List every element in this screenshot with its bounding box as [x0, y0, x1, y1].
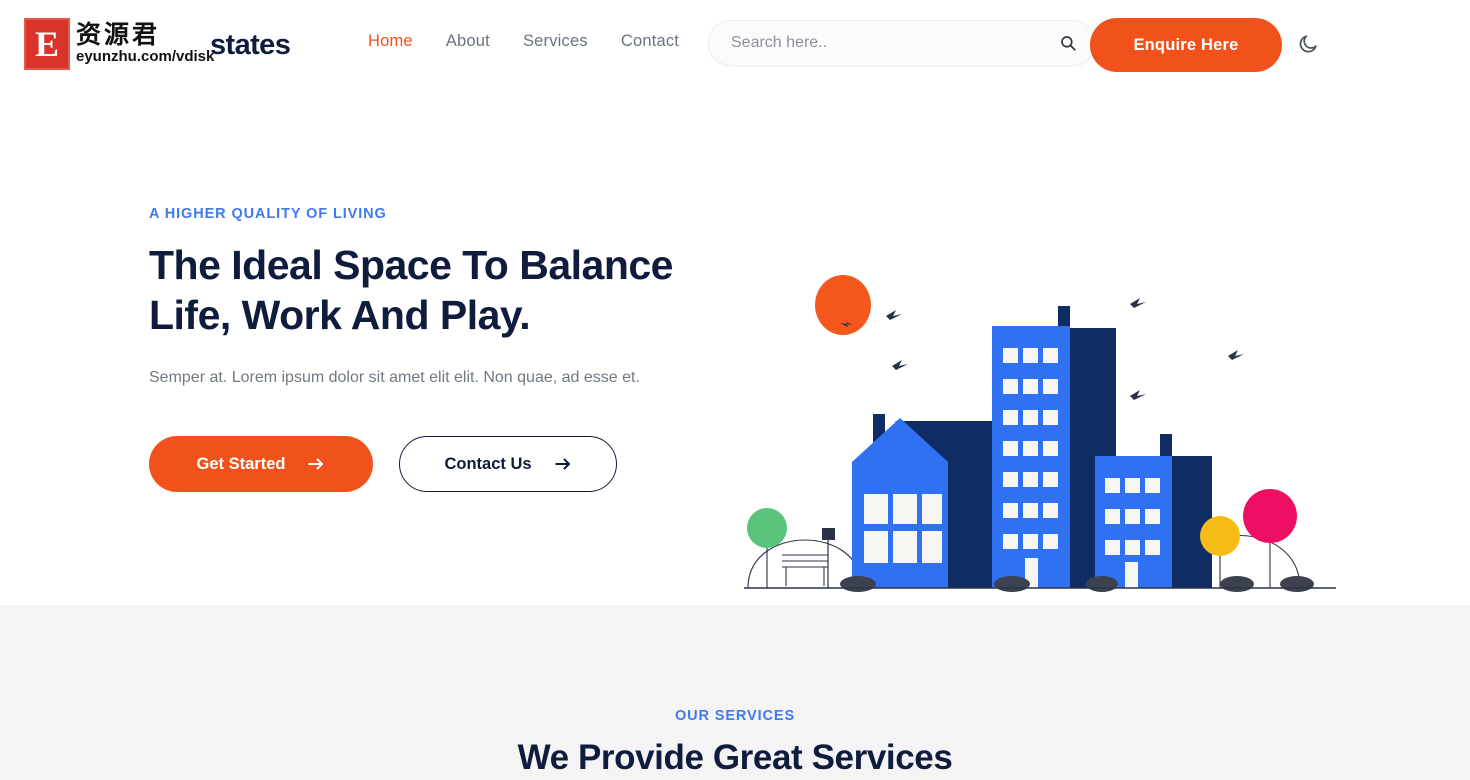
- sun-circle-icon: [815, 275, 871, 335]
- nav-item-about[interactable]: About: [446, 32, 490, 51]
- hero-copy: A HIGHER QUALITY OF LIVING The Ideal Spa…: [149, 206, 749, 493]
- get-started-button[interactable]: Get Started: [149, 436, 373, 493]
- nav-item-services[interactable]: Services: [523, 32, 588, 51]
- tree-green-icon: [747, 508, 787, 548]
- hero-cta-row: Get Started Contact Us: [149, 436, 749, 493]
- park-bench: [782, 554, 828, 586]
- services-title: We Provide Great Services: [517, 738, 953, 777]
- hero-title-line-1: The Ideal Space To Balance: [149, 242, 673, 288]
- watermark-url: eyunzhu.com/vdisk: [76, 48, 215, 66]
- services-section: OUR SERVICES We Provide Great Services: [0, 605, 1470, 780]
- search-icon[interactable]: [1059, 34, 1077, 52]
- contact-us-button[interactable]: Contact Us: [399, 436, 617, 493]
- tree-pink-icon: [1243, 489, 1297, 543]
- watermark-letter-icon: E: [24, 18, 70, 70]
- site-header: E 资源君 eyunzhu.com/vdisk states Home Abou…: [0, 0, 1470, 88]
- watermark-text: 资源君 eyunzhu.com/vdisk: [76, 18, 214, 70]
- site-logo-text[interactable]: states: [210, 29, 291, 62]
- enquire-button[interactable]: Enquire Here: [1090, 18, 1282, 72]
- contact-us-label: Contact Us: [444, 454, 532, 473]
- nav-item-home[interactable]: Home: [368, 32, 413, 51]
- hero-section: A HIGHER QUALITY OF LIVING The Ideal Spa…: [0, 88, 1470, 605]
- watermark-logo: E 资源君 eyunzhu.com/vdisk: [24, 18, 214, 70]
- search-input[interactable]: [731, 34, 1059, 52]
- hero-eyebrow: A HIGHER QUALITY OF LIVING: [149, 206, 387, 222]
- city-illustration: [744, 275, 1336, 592]
- nav-item-contact[interactable]: Contact: [621, 32, 679, 51]
- moon-icon: [1299, 35, 1317, 53]
- hero-title-line-2: Life, Work And Play.: [149, 292, 531, 339]
- main-navigation: Home About Services Contact: [368, 32, 679, 51]
- get-started-label: Get Started: [196, 454, 286, 473]
- search-bar[interactable]: [708, 20, 1096, 66]
- hero-title: The Ideal Space To Balance Life, Work An…: [149, 240, 749, 340]
- tree-yellow-icon: [1200, 516, 1240, 556]
- hero-subtitle: Semper at. Lorem ipsum dolor sit amet el…: [149, 369, 640, 387]
- watermark-chinese: 资源君: [76, 20, 161, 50]
- arrow-right-icon: [308, 458, 324, 470]
- theme-toggle-button[interactable]: [1292, 28, 1324, 60]
- page-root: E 资源君 eyunzhu.com/vdisk states Home Abou…: [0, 0, 1470, 780]
- arrow-right-icon: [554, 458, 570, 470]
- services-eyebrow: OUR SERVICES: [674, 708, 796, 724]
